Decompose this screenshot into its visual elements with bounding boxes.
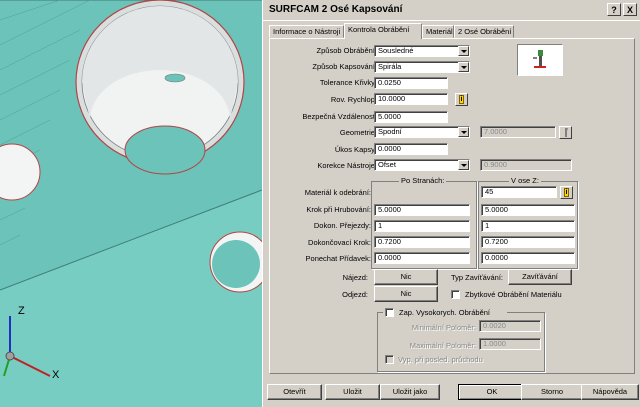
exit-button[interactable]: Nic [374,286,438,302]
pocketing-method-value: Spirála [378,62,402,71]
min-radius-input: 0.0020 [479,320,541,332]
machining-method-select[interactable]: Sousledné [374,45,470,57]
ramp-type-label: Typ Zavíťávání: [451,273,504,282]
geometry-select[interactable]: Spodní [374,126,470,138]
leave-stock-side-input[interactable]: 0.0000 [374,252,470,264]
entry-button[interactable]: Nic [374,269,438,285]
rough-step-label: Krok při Hrubování: [306,205,371,214]
pocketing-method-select[interactable]: Spirála [374,61,470,73]
pocket-draft-label: Úkos Kapsy: [334,145,377,154]
save-as-button[interactable]: Uložit jako [380,384,440,400]
cancel-button[interactable]: Storno [521,384,583,400]
finish-passes-side-input[interactable]: 1 [374,220,470,232]
finish-step-side-input[interactable]: 0.7200 [374,236,470,248]
wrench-icon [565,128,568,137]
geometry-value: Spodní [378,127,402,136]
axis-x-label: X [52,369,60,381]
axis-z-label: Z [18,305,25,317]
hsm-title: Zap. Vysokorych. Obrábění [383,307,507,318]
tab-2-axis[interactable]: 2 Osé Obrábění [454,25,514,38]
side-passes-title: Po Stranách: [399,176,447,185]
rapid-plane-pick-button[interactable]: i [455,93,468,106]
max-radius-label: Maximální Poloměr: [409,341,476,350]
stock-pick-button[interactable]: i [560,186,573,199]
tool-comp-value: Ofset [378,160,396,169]
tab-material[interactable]: Materiál [422,25,454,38]
exit-label: Odjezd: [342,290,368,299]
pocketing-dialog: SURFCAM 2 Osé Kapsování ? X Informace o … [262,0,640,407]
finish-passes-z-input[interactable]: 1 [481,220,575,232]
rapid-plane-label: Rov. Rychlop: [330,95,377,104]
dialog-title: SURFCAM 2 Osé Kapsování [269,4,403,15]
geometry-extra-input: 7.0000 [480,126,556,138]
help-button[interactable]: Nápověda [581,384,639,400]
help-title-button[interactable]: ? [607,3,621,16]
finish-step-label: Dokončovací Krok: [308,238,371,247]
ok-button[interactable]: OK [458,384,526,400]
tool-comp-select[interactable]: Ofset [374,159,470,171]
tab-machining-control[interactable]: Kontrola Obrábění [344,23,422,39]
z-passes-title: V ose Z: [509,176,541,185]
chevron-down-icon [458,62,469,72]
ramp-type-button[interactable]: Zavíťávání [508,269,572,285]
rest-machining-checkbox[interactable] [451,290,460,299]
close-button[interactable]: X [623,3,637,16]
tool-preview [517,44,563,76]
info-pick-icon: i [564,188,569,197]
chevron-down-icon [458,127,469,137]
last-pass-checkbox [385,355,394,364]
clearance-label: Bezpečná Vzdálenost: [302,112,377,121]
cad-viewport[interactable]: Z X [0,0,262,407]
finish-step-z-input[interactable]: 0.7200 [481,236,575,248]
finish-passes-label: Dokon. Přejezdy: [313,221,371,230]
pocketing-method-label: Způsob Kapsování: [312,62,377,71]
rapid-plane-input[interactable]: 10.0000 [374,93,448,105]
pocket-draft-input[interactable]: 0.0000 [374,143,448,155]
hsm-checkbox[interactable] [385,308,394,317]
leave-stock-label: Ponechat Přídavek: [305,254,371,263]
curve-tolerance-label: Tolerance Křivky: [319,78,377,87]
leave-stock-z-input[interactable]: 0.0000 [481,252,575,264]
machining-method-value: Sousledné [378,46,414,55]
stock-label: Materiál k odebrání: [304,188,371,197]
open-button[interactable]: Otevřít [267,384,322,400]
tab-tool-info[interactable]: Informace o Nástroji [269,25,344,38]
clearance-input[interactable]: 5.0000 [374,111,448,123]
curve-tolerance-input[interactable]: 0.0250 [374,77,448,89]
tool-comp-label: Korekce Nástroje: [317,161,377,170]
machining-method-label: Způsob Obrábění: [316,46,377,55]
chevron-down-icon [458,46,469,56]
geometry-label: Geometrie: [339,128,377,137]
stock-z-input[interactable]: 45 [481,186,557,198]
rest-machining-label: Zbytkové Obrábění Materiálu [465,290,562,299]
save-button[interactable]: Uložit [325,384,380,400]
geometry-pick-button[interactable] [559,126,572,139]
title-bar: SURFCAM 2 Osé Kapsování ? X [263,0,640,21]
hsm-label: Zap. Vysokorych. Obrábění [399,308,491,317]
chevron-down-icon [458,160,469,170]
rough-step-side-input[interactable]: 5.0000 [374,204,470,216]
entry-label: Nájezd: [342,273,368,282]
min-radius-label: Minimální Poloměr: [411,323,476,332]
tool-comp-extra-input: 0.9000 [480,159,572,171]
max-radius-input: 1.0000 [479,338,541,350]
model-graphic [0,0,262,407]
last-pass-label: Vyp. při posled. průchodu [398,355,483,364]
info-pick-icon: i [459,95,464,104]
rough-step-z-input[interactable]: 5.0000 [481,204,575,216]
